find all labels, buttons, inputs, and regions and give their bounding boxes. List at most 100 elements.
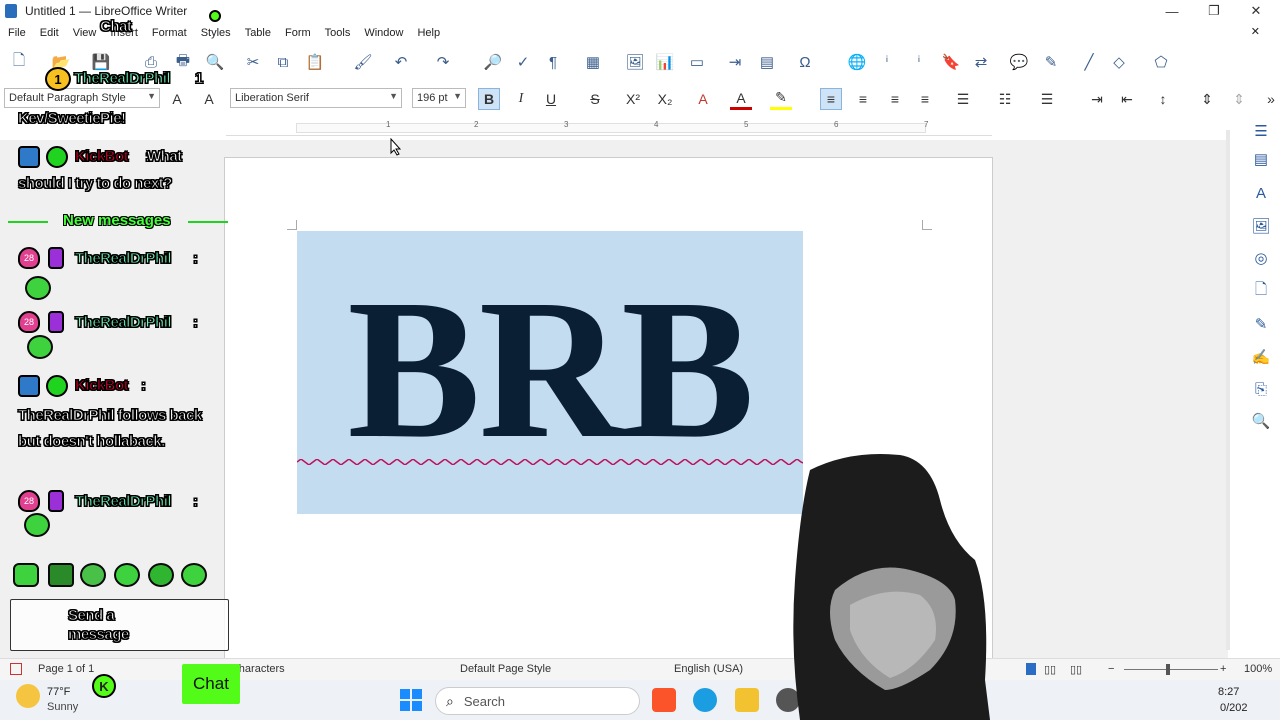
page-count[interactable]: Page 1 of 1: [38, 663, 94, 675]
weather-temp[interactable]: 77°F: [47, 686, 70, 698]
justify-button[interactable]: ≡: [914, 88, 936, 110]
line-spacing-icon[interactable]: ↕: [1152, 88, 1174, 110]
weather-icon[interactable]: [16, 684, 40, 708]
copy-icon[interactable]: ⧉: [272, 52, 294, 72]
increase-indent-icon[interactable]: ⇥: [1086, 88, 1108, 110]
comment-icon[interactable]: 💬: [1008, 52, 1030, 72]
menu-table[interactable]: Table: [245, 27, 271, 39]
numbered-list-icon[interactable]: ☷: [994, 88, 1016, 110]
emote-picker-item-icon[interactable]: [13, 563, 39, 587]
chat-username[interactable]: TheRealDrPhil: [74, 493, 172, 511]
save-icon[interactable]: 💾: [90, 52, 112, 72]
clock-date[interactable]: 0/202: [1220, 702, 1248, 714]
document-text[interactable]: BRB: [297, 265, 803, 475]
menu-form[interactable]: Form: [285, 27, 311, 39]
menu-tools[interactable]: Tools: [325, 27, 351, 39]
properties-icon[interactable]: ▤: [1250, 148, 1272, 170]
align-left-button[interactable]: ≡: [820, 88, 842, 110]
new-document-icon[interactable]: 🗋: [8, 52, 30, 72]
navigator-icon[interactable]: ◎: [1250, 247, 1272, 269]
find-icon[interactable]: 🔍: [1250, 410, 1272, 432]
update-style-icon[interactable]: A: [166, 88, 188, 110]
hyperlink-icon[interactable]: 🌐: [846, 52, 868, 72]
decrease-indent-icon[interactable]: ⇤: [1116, 88, 1138, 110]
menu-format[interactable]: Format: [152, 27, 187, 39]
emote-picker-item-icon[interactable]: [48, 563, 74, 587]
manage-changes-icon[interactable]: ✍: [1250, 346, 1272, 368]
subscript-button[interactable]: X₂: [654, 88, 676, 110]
language[interactable]: English (USA): [674, 663, 743, 675]
find-replace-icon[interactable]: 🔎: [482, 52, 504, 72]
export-pdf-icon[interactable]: ⎙: [140, 52, 162, 72]
special-character-icon[interactable]: Ω: [794, 52, 816, 72]
menu-view[interactable]: View: [73, 27, 97, 39]
chat-username[interactable]: TheRealDrPhil: [73, 70, 171, 88]
outline-list-icon[interactable]: ☰: [1036, 88, 1058, 110]
zoom-level[interactable]: 100%: [1244, 663, 1272, 675]
multi-page-view-icon[interactable]: ▯▯: [1044, 663, 1056, 676]
align-center-button[interactable]: ≡: [852, 88, 874, 110]
ruler[interactable]: 1 2 3 4 5 6 7: [226, 120, 992, 136]
edge-browser-icon[interactable]: [693, 688, 717, 712]
line-icon[interactable]: ╱: [1078, 52, 1100, 72]
design-icon[interactable]: ⎘: [1250, 378, 1272, 400]
chat-username[interactable]: TheRealDrPhil: [74, 314, 172, 332]
print-icon[interactable]: 🖶: [172, 52, 194, 72]
brave-browser-icon[interactable]: [652, 688, 676, 712]
underline-button[interactable]: U: [540, 88, 562, 110]
clear-formatting-icon[interactable]: A: [692, 88, 714, 110]
menu-window[interactable]: Window: [364, 27, 403, 39]
book-view-icon[interactable]: ▯▯: [1070, 663, 1082, 676]
zoom-in-icon[interactable]: +: [1220, 663, 1226, 675]
page-style[interactable]: Default Page Style: [460, 663, 551, 675]
zoom-out-icon[interactable]: −: [1108, 663, 1114, 675]
highlight-icon[interactable]: ✎: [770, 88, 792, 110]
paragraph-spacing-icon[interactable]: ⇕: [1196, 88, 1218, 110]
zoom-slider[interactable]: [1124, 669, 1218, 670]
formatting-marks-icon[interactable]: ¶: [542, 52, 564, 72]
insert-image-icon[interactable]: 🖼: [624, 52, 646, 72]
clone-formatting-icon[interactable]: 🖌: [352, 52, 374, 72]
align-right-button[interactable]: ≡: [884, 88, 906, 110]
bullet-list-icon[interactable]: ☰: [952, 88, 974, 110]
new-style-icon[interactable]: A: [198, 88, 220, 110]
weather-desc[interactable]: Sunny: [47, 701, 78, 713]
chat-username[interactable]: KickBot: [74, 148, 129, 166]
bold-button[interactable]: B: [478, 88, 500, 110]
paragraph-style-combo[interactable]: Default Paragraph Style ▼: [4, 88, 160, 108]
paste-icon[interactable]: 📋: [304, 52, 326, 72]
footnote-icon[interactable]: ⁱ: [876, 52, 898, 72]
insert-field-icon[interactable]: ▤: [756, 52, 778, 72]
paragraph-spacing-decrease-icon[interactable]: ⇕: [1228, 88, 1250, 110]
clock-time[interactable]: 8:27: [1218, 686, 1239, 698]
sidebar-menu-icon[interactable]: ☰: [1250, 120, 1272, 142]
print-preview-icon[interactable]: 🔍: [204, 52, 226, 72]
menu-help[interactable]: Help: [417, 27, 440, 39]
close-button[interactable]: ✕: [1234, 0, 1278, 22]
file-explorer-icon[interactable]: [735, 688, 759, 712]
windows-start-icon[interactable]: [399, 688, 423, 712]
spelling-icon[interactable]: ✓: [512, 52, 534, 72]
shapes-icon[interactable]: ◇: [1108, 52, 1130, 72]
gallery-icon[interactable]: 🖼: [1250, 215, 1272, 237]
menu-styles[interactable]: Styles: [201, 27, 231, 39]
menu-edit[interactable]: Edit: [40, 27, 59, 39]
superscript-button[interactable]: X²: [622, 88, 644, 110]
font-name-combo[interactable]: Liberation Serif ▼: [230, 88, 402, 108]
single-page-view-icon[interactable]: [1026, 663, 1036, 675]
text-box-icon[interactable]: ▭: [686, 52, 708, 72]
insert-table-icon[interactable]: ▦: [582, 52, 604, 72]
menu-file[interactable]: File: [8, 27, 26, 39]
endnote-icon[interactable]: ⁱ: [908, 52, 930, 72]
cross-reference-icon[interactable]: ⇄: [970, 52, 992, 72]
maximize-button[interactable]: ❐: [1192, 0, 1236, 22]
emote-picker-item-icon[interactable]: [181, 563, 207, 587]
styles-icon[interactable]: A: [1250, 182, 1272, 204]
emote-picker-item-icon[interactable]: [114, 563, 140, 587]
minimize-button[interactable]: —: [1150, 0, 1194, 22]
undo-icon[interactable]: ↶: [390, 52, 412, 72]
italic-button[interactable]: I: [510, 88, 532, 110]
taskbar-search[interactable]: ⌕ Search: [435, 687, 640, 715]
chat-username[interactable]: KickBot: [74, 377, 129, 395]
redo-icon[interactable]: ↷: [432, 52, 454, 72]
